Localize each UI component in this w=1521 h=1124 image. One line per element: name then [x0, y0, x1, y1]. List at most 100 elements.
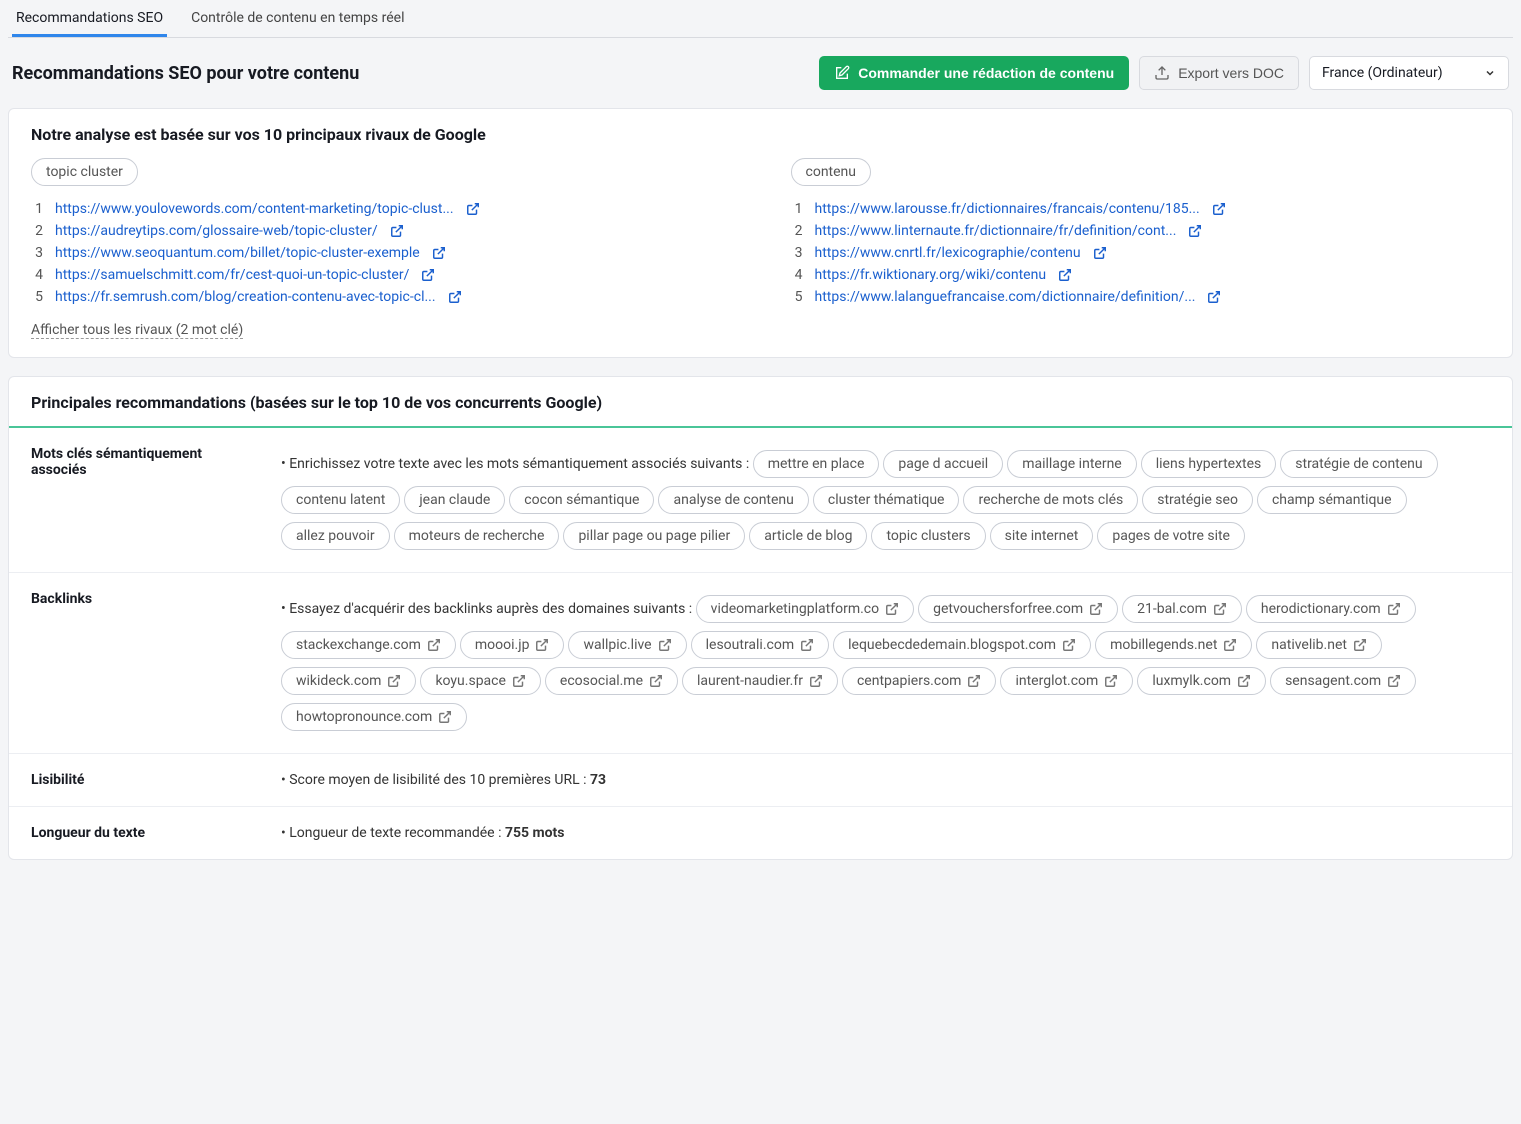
semantic-tag[interactable]: allez pouvoir: [281, 522, 390, 550]
reco-readability-lead: Score moyen de lisibilité des 10 premièr…: [289, 772, 590, 788]
rivals-card: Notre analyse est basée sur vos 10 princ…: [8, 108, 1513, 358]
region-select-value: France (Ordinateur): [1322, 65, 1443, 81]
external-link-icon: [1387, 602, 1401, 616]
semantic-tag[interactable]: recherche de mots clés: [963, 486, 1138, 514]
backlink-tag[interactable]: lequebecdedemain.blogspot.com: [833, 631, 1091, 659]
rival-link[interactable]: https://www.larousse.fr/dictionnaires/fr…: [815, 201, 1200, 217]
external-link-icon: [800, 638, 814, 652]
rival-rank: 3: [31, 245, 43, 261]
backlink-tag[interactable]: luxmylk.com: [1137, 667, 1266, 695]
reco-length-lead: Longueur de texte recommandée :: [289, 825, 505, 841]
backlink-tag[interactable]: 21-bal.com: [1122, 595, 1242, 623]
rival-rank: 5: [791, 289, 803, 305]
external-link-icon: [1188, 224, 1202, 238]
rival-rank: 4: [31, 267, 43, 283]
semantic-tag[interactable]: mettre en place: [753, 450, 880, 478]
backlink-tag[interactable]: koyu.space: [420, 667, 540, 695]
keyword-chip[interactable]: contenu: [791, 158, 872, 186]
external-link-icon: [1093, 246, 1107, 260]
semantic-tag[interactable]: stratégie seo: [1142, 486, 1253, 514]
rival-item: 5 https://fr.semrush.com/blog/creation-co…: [31, 286, 731, 308]
rival-item: 1https://www.youlovewords.com/content-ma…: [31, 198, 731, 220]
backlink-tag[interactable]: videomarketingplatform.co: [696, 595, 914, 623]
reco-length-label: Longueur du texte: [31, 825, 261, 841]
rival-link[interactable]: https://samuelschmitt.com/fr/cest-quoi-u…: [55, 267, 409, 283]
backlink-tag[interactable]: laurent-naudier.fr: [682, 667, 838, 695]
external-link-icon: [885, 602, 899, 616]
rival-link[interactable]: https://www.youlovewords.com/content-mar…: [55, 201, 454, 217]
region-select[interactable]: France (Ordinateur): [1309, 56, 1509, 90]
semantic-tag[interactable]: page d accueil: [883, 450, 1003, 478]
semantic-tag[interactable]: maillage interne: [1007, 450, 1137, 478]
rival-link[interactable]: https://fr.semrush.com/blog/creation-con…: [55, 289, 436, 305]
backlink-tag[interactable]: mobillegends.net: [1095, 631, 1252, 659]
external-link-icon: [1058, 268, 1072, 282]
rival-item: 2 https://www.linternaute.fr/dictionnaire…: [791, 220, 1491, 242]
rival-link[interactable]: https://audreytips.com/glossaire-web/top…: [55, 223, 378, 239]
rival-rank: 4: [791, 267, 803, 283]
rival-link[interactable]: https://www.cnrtl.fr/lexicographie/conte…: [815, 245, 1081, 261]
reco-length-value: 755 mots: [505, 825, 565, 841]
rival-link[interactable]: https://www.seoquantum.com/billet/topic-…: [55, 245, 420, 261]
semantic-tag[interactable]: liens hypertextes: [1141, 450, 1277, 478]
rival-item: 3 https://www.seoquantum.com/billet/topic…: [31, 242, 731, 264]
export-doc-label: Export vers DOC: [1178, 65, 1284, 81]
semantic-tag[interactable]: stratégie de contenu: [1280, 450, 1437, 478]
backlink-tag[interactable]: nativelib.net: [1256, 631, 1382, 659]
chevron-down-icon: [1484, 67, 1496, 79]
backlink-tag[interactable]: centpapiers.com: [842, 667, 996, 695]
order-content-button[interactable]: Commander une rédaction de contenu: [819, 56, 1129, 90]
rival-rank: 5: [31, 289, 43, 305]
backlink-tag[interactable]: wallpic.live: [568, 631, 686, 659]
semantic-tag[interactable]: topic clusters: [871, 522, 985, 550]
backlink-tag[interactable]: moooi.jp: [460, 631, 565, 659]
external-link-icon: [1213, 602, 1227, 616]
semantic-tag[interactable]: site internet: [990, 522, 1094, 550]
rival-item: 4 https://fr.wiktionary.org/wiki/contenu: [791, 264, 1491, 286]
semantic-tag[interactable]: champ sémantique: [1257, 486, 1407, 514]
rivals-title: Notre analyse est basée sur vos 10 princ…: [9, 109, 1512, 158]
rival-item: 3 https://www.cnrtl.fr/lexicographie/cont…: [791, 242, 1491, 264]
tab-realtime-check[interactable]: Contrôle de contenu en temps réel: [187, 0, 408, 37]
show-all-rivals-link[interactable]: Afficher tous les rivaux (2 mot clé): [31, 322, 243, 339]
reco-title: Principales recommandations (basées sur …: [9, 377, 1512, 428]
semantic-tag[interactable]: contenu latent: [281, 486, 400, 514]
backlink-tag[interactable]: getvouchersforfree.com: [918, 595, 1118, 623]
backlink-tag[interactable]: ecosocial.me: [545, 667, 678, 695]
semantic-tag[interactable]: jean claude: [404, 486, 505, 514]
semantic-tag[interactable]: pages de votre site: [1097, 522, 1245, 550]
rival-rank: 2: [31, 223, 43, 239]
backlink-tag[interactable]: wikideck.com: [281, 667, 416, 695]
rival-link[interactable]: https://fr.wiktionary.org/wiki/contenu: [815, 267, 1047, 283]
backlink-tag[interactable]: sensagent.com: [1270, 667, 1416, 695]
edit-icon: [834, 65, 850, 81]
semantic-tag[interactable]: cluster thématique: [813, 486, 960, 514]
tab-seo-reco[interactable]: Recommandations SEO: [12, 0, 167, 37]
rival-rank: 3: [791, 245, 803, 261]
keyword-chip[interactable]: topic cluster: [31, 158, 138, 186]
backlink-tag[interactable]: herodictionary.com: [1246, 595, 1416, 623]
export-doc-button[interactable]: Export vers DOC: [1139, 56, 1299, 90]
backlink-tag[interactable]: stackexchange.com: [281, 631, 456, 659]
backlink-tag[interactable]: lesoutrali.com: [691, 631, 830, 659]
external-link-icon: [1089, 602, 1103, 616]
backlink-tag[interactable]: howtopronounce.com: [281, 703, 467, 731]
rival-rank: 2: [791, 223, 803, 239]
external-link-icon: [427, 638, 441, 652]
backlink-tag[interactable]: interglot.com: [1000, 667, 1133, 695]
rival-rank: 1: [791, 201, 803, 217]
semantic-tag[interactable]: cocon sémantique: [509, 486, 654, 514]
semantic-tag[interactable]: moteurs de recherche: [394, 522, 560, 550]
semantic-tag[interactable]: analyse de contenu: [658, 486, 808, 514]
page-title: Recommandations SEO pour votre contenu: [12, 63, 359, 84]
rival-item: 5 https://www.lalanguefrancaise.com/dicti…: [791, 286, 1491, 308]
external-link-icon: [1212, 202, 1226, 216]
reco-backlinks-label: Backlinks: [31, 591, 261, 735]
external-link-icon: [1237, 674, 1251, 688]
semantic-tag[interactable]: pillar page ou page pilier: [563, 522, 745, 550]
external-link-icon: [967, 674, 981, 688]
semantic-tag[interactable]: article de blog: [749, 522, 867, 550]
rival-link[interactable]: https://www.linternaute.fr/dictionnaire/…: [815, 223, 1177, 239]
rival-link[interactable]: https://www.lalanguefrancaise.com/dictio…: [815, 289, 1196, 305]
external-link-icon: [649, 674, 663, 688]
